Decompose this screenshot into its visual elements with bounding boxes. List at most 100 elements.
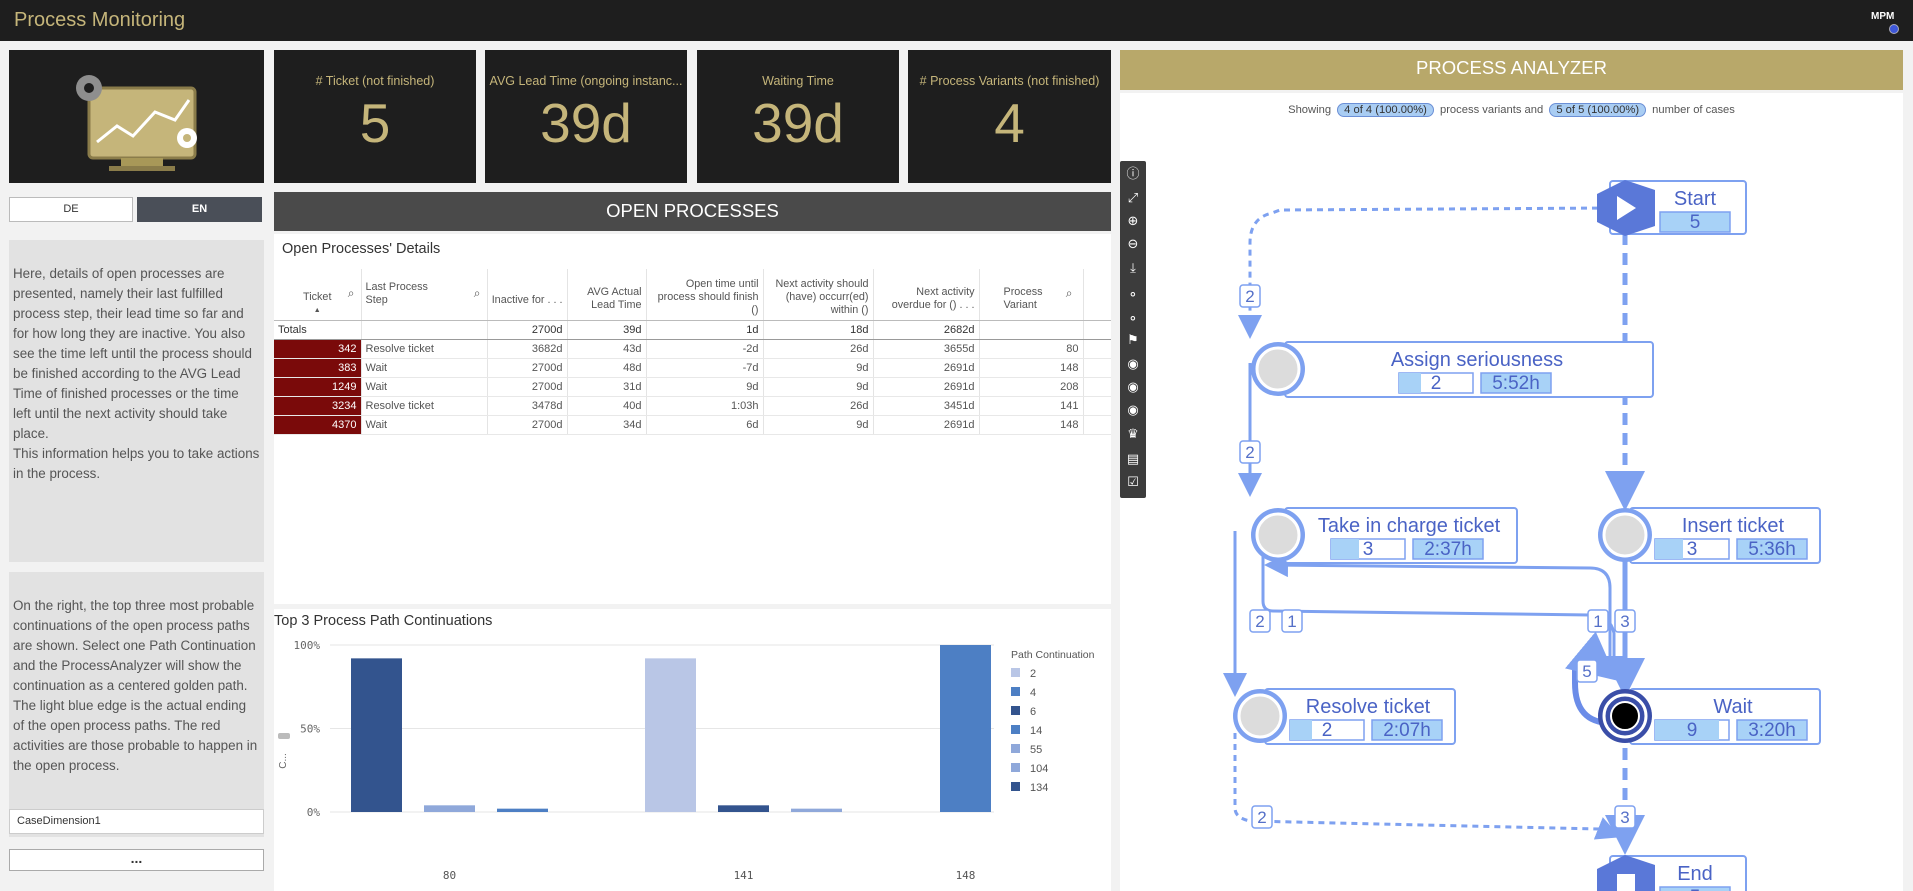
column-header-process-variant[interactable]: Process Variant ⌕ <box>979 269 1084 321</box>
activity-count: 2 <box>1431 373 1442 394</box>
table-cell: 31d <box>567 377 647 397</box>
edge-start-assign[interactable] <box>1238 206 1610 339</box>
table-cell: 3478d <box>487 396 568 416</box>
table-cell: 2700d <box>487 358 568 378</box>
chart-bar <box>791 808 842 812</box>
table-cell: 26d <box>763 339 874 359</box>
top3-continuations-panel: Top 3 Process Path Continuations 100% 50%… <box>274 609 1111 891</box>
activity-name: Wait <box>1713 696 1753 718</box>
process-graph[interactable]: 2322113523Assign seriousness25:52hTake i… <box>1120 93 1903 891</box>
monitor-illustration <box>9 50 264 183</box>
legend-swatch <box>1011 763 1020 772</box>
activity-count: 2 <box>1322 720 1333 741</box>
legend-swatch <box>1011 725 1020 734</box>
column-header-overdue[interactable]: Next activity overdue for () . . . <box>873 269 980 321</box>
table-cell: Wait <box>361 415 488 435</box>
table-cell: 3682d <box>487 339 568 359</box>
language-de-button[interactable]: DE <box>9 197 133 222</box>
activity-count: 9 <box>1687 720 1698 741</box>
edge-label: 2 <box>1245 287 1254 306</box>
search-icon[interactable]: ⌕ <box>348 287 355 300</box>
legend-label: 134 <box>1030 782 1048 794</box>
column-header-open-time[interactable]: Open time until process should finish () <box>646 269 764 321</box>
search-icon[interactable]: ⌕ <box>474 287 481 300</box>
kpi-value: 39d <box>752 92 844 154</box>
activity-time: 5:52h <box>1492 373 1540 394</box>
table-cell: 43d <box>567 339 647 359</box>
column-header-last-step[interactable]: Last Process Step ⌕ <box>361 269 488 321</box>
ticket-cell[interactable]: 4370 <box>274 415 362 435</box>
totals-cell: 1d <box>646 320 764 340</box>
activity-count-fill <box>1399 373 1421 393</box>
activity-name: Assign seriousness <box>1391 349 1563 371</box>
edge-label: 1 <box>1593 612 1602 631</box>
column-header-inactive[interactable]: Inactive for . . . <box>487 269 568 321</box>
group-label: 141 <box>734 869 754 882</box>
edge-label: 3 <box>1620 612 1629 631</box>
ticket-cell[interactable]: 3234 <box>274 396 362 416</box>
y-axis-label: C... <box>278 753 289 769</box>
legend-label: 2 <box>1030 668 1036 680</box>
search-icon[interactable]: ⌕ <box>1066 287 1073 300</box>
mpm-logo[interactable]: MPM <box>1869 6 1901 36</box>
more-options-button[interactable]: ... <box>9 849 264 871</box>
legend-swatch <box>1011 744 1020 753</box>
column-header-avg-lead-time[interactable]: AVG Actual Lead Time <box>567 269 647 321</box>
filler-cell <box>1083 339 1111 359</box>
header-label: Process Variant <box>1003 285 1043 311</box>
totals-cell: 2700d <box>487 320 568 340</box>
terminal-count: 5 <box>1690 212 1701 233</box>
header-label: Ticket <box>303 290 332 303</box>
activity-count-fill <box>1290 720 1312 740</box>
table-cell: 9d <box>763 358 874 378</box>
language-en-button[interactable]: EN <box>137 197 262 222</box>
edge-label: 1 <box>1287 612 1296 631</box>
totals-cell: Totals <box>274 320 362 340</box>
table-cell: 141 <box>979 396 1084 416</box>
table-row[interactable]: 3234 Resolve ticket 3478d 40d 1:03h 26d 3451d 1… <box>274 396 1111 416</box>
chart-bar <box>940 645 991 812</box>
table-cell: 9d <box>646 377 764 397</box>
table-row[interactable]: 4370 Wait 2700d 34d 6d 9d 2691d 148 <box>274 415 1111 435</box>
table-cell: 2700d <box>487 377 568 397</box>
legend-label: 6 <box>1030 706 1036 718</box>
description-text: Here, details of open processes are pres… <box>13 266 260 481</box>
case-dimension-field[interactable]: CaseDimension1 <box>9 809 264 834</box>
description-text: On the right, the top three most probabl… <box>13 598 258 773</box>
header-label: Open time until process should finish () <box>657 277 759 316</box>
table-cell: 40d <box>567 396 647 416</box>
kpi-label: AVG Lead Time (ongoing instanc... <box>489 74 683 88</box>
totals-cell: 18d <box>763 320 874 340</box>
activity-active-icon <box>1610 701 1640 731</box>
table-row[interactable]: 342 Resolve ticket 3682d 43d -2d 26d 3655d 80 <box>274 339 1111 359</box>
activity-icon <box>1255 346 1301 392</box>
column-header-next-activity[interactable]: Next activity should (have) occurr(ed) w… <box>763 269 874 321</box>
ticket-cell[interactable]: 383 <box>274 358 362 378</box>
kpi-label: Waiting Time <box>762 74 834 88</box>
table-cell: 9d <box>763 377 874 397</box>
legend-label: 14 <box>1030 725 1042 737</box>
chart-bar <box>718 805 769 812</box>
table-cell: Wait <box>361 377 488 397</box>
app-title: Process Monitoring <box>14 9 186 31</box>
chart-bar <box>424 805 475 812</box>
open-processes-banner: OPEN PROCESSES <box>274 192 1111 231</box>
totals-cell <box>361 320 488 340</box>
table-cell: 148 <box>979 415 1084 435</box>
table-cell: 3655d <box>873 339 980 359</box>
edge-resolve-end[interactable] <box>1233 733 1621 840</box>
column-header-ticket[interactable]: Ticket ⌕ ▲ <box>274 269 362 321</box>
table-row[interactable]: 383 Wait 2700d 48d -7d 9d 2691d 148 <box>274 358 1111 378</box>
ticket-cell[interactable]: 342 <box>274 339 362 359</box>
ticket-cell[interactable]: 1249 <box>274 377 362 397</box>
table-row[interactable]: 1249 Wait 2700d 31d 9d 9d 2691d 208 <box>274 377 1111 397</box>
legend-swatch <box>1011 687 1020 696</box>
totals-row: Totals 2700d 39d 1d 18d 2682d <box>274 320 1111 340</box>
gear-small-icon <box>177 128 197 148</box>
axis-scroll-handle <box>278 733 290 739</box>
group-label: 80 <box>443 869 456 882</box>
chart-bar <box>497 808 548 812</box>
header-label: Next activity overdue for () . . . <box>891 285 975 311</box>
edge-label: 2 <box>1255 612 1264 631</box>
table-cell: Resolve ticket <box>361 396 488 416</box>
